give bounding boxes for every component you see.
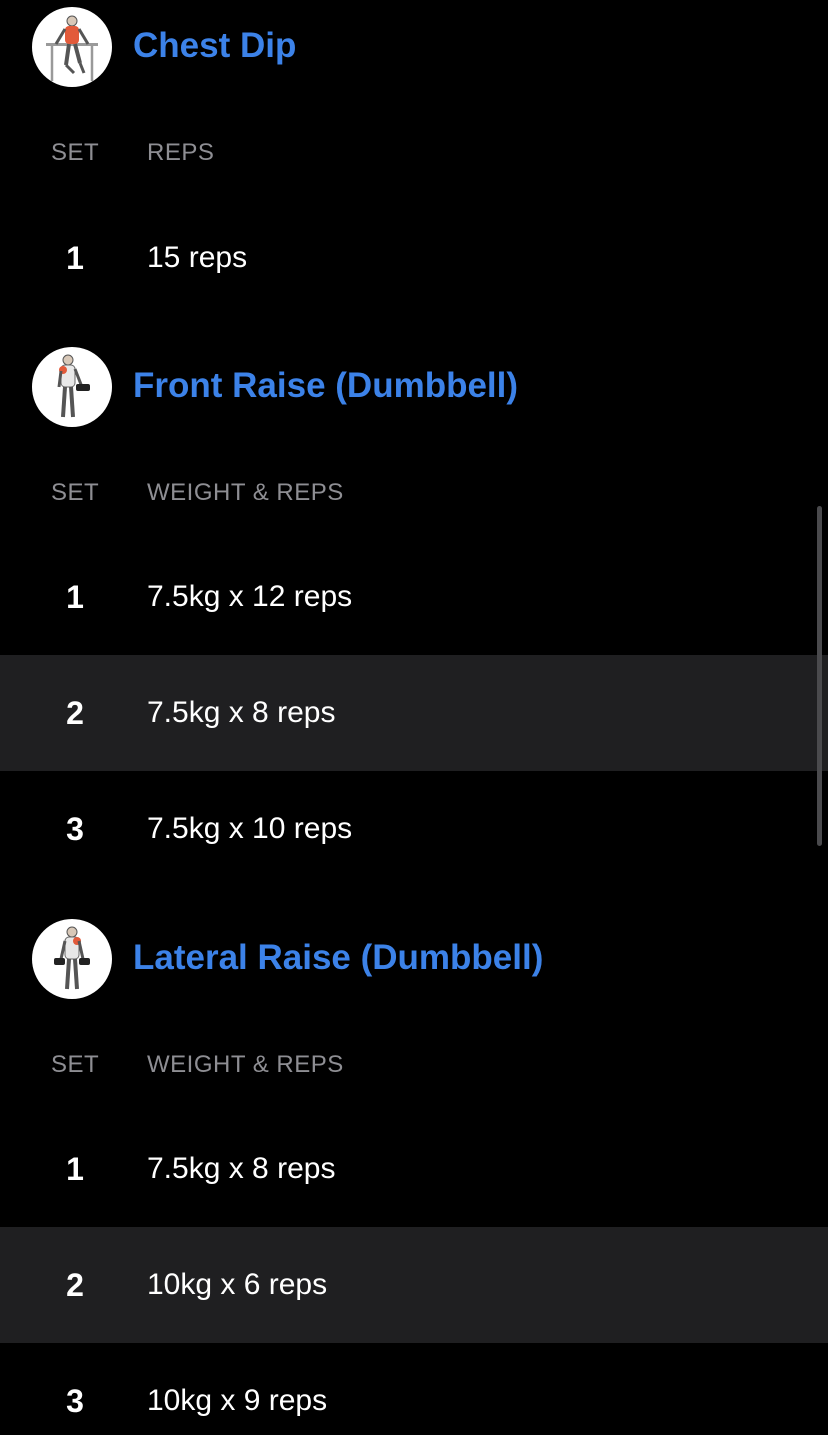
set-column-label: SET <box>51 139 100 166</box>
set-value: 15 reps <box>147 241 248 274</box>
weight-reps-column-label: WEIGHT & REPS <box>147 1051 344 1078</box>
set-number: 3 <box>66 811 84 847</box>
set-value: 7.5kg x 12 reps <box>147 580 353 613</box>
exercise-title[interactable]: Lateral Raise (Dumbbell) <box>133 935 543 981</box>
set-row: 3 10kg x 9 reps <box>0 1343 828 1435</box>
column-header: SET WEIGHT & REPS <box>0 1047 828 1083</box>
weight-reps-column-label: WEIGHT & REPS <box>147 479 344 506</box>
set-value: 7.5kg x 8 reps <box>147 1152 336 1185</box>
set-number: 1 <box>66 1151 84 1187</box>
set-value: 10kg x 6 reps <box>147 1268 328 1301</box>
exercise-header: Front Raise (Dumbbell) <box>0 347 828 427</box>
set-value: 7.5kg x 10 reps <box>147 812 353 845</box>
exercise-title[interactable]: Front Raise (Dumbbell) <box>133 363 518 409</box>
exercise-header: Chest Dip <box>0 7 828 87</box>
exercise-header: Lateral Raise (Dumbbell) <box>0 919 828 999</box>
set-row: 2 7.5kg x 8 reps <box>0 655 828 771</box>
set-number: 1 <box>66 579 84 615</box>
scrollbar[interactable] <box>817 506 822 846</box>
set-row: 1 7.5kg x 8 reps <box>0 1111 828 1227</box>
set-row: 1 7.5kg x 12 reps <box>0 539 828 655</box>
lateral-raise-icon[interactable] <box>32 919 112 999</box>
set-value: 10kg x 9 reps <box>147 1384 328 1417</box>
chest-dip-icon[interactable] <box>32 7 112 87</box>
set-column-label: SET <box>51 479 100 506</box>
column-header: SET REPS <box>0 135 828 171</box>
set-value: 7.5kg x 8 reps <box>147 696 336 729</box>
front-raise-icon[interactable] <box>32 347 112 427</box>
set-number: 2 <box>66 695 84 731</box>
exercise-title[interactable]: Chest Dip <box>133 23 296 69</box>
set-row: 3 7.5kg x 10 reps <box>0 771 828 887</box>
set-row: 1 15 reps <box>0 200 828 316</box>
set-row: 2 10kg x 6 reps <box>0 1227 828 1343</box>
column-header: SET WEIGHT & REPS <box>0 475 828 511</box>
set-number: 1 <box>66 240 84 276</box>
reps-column-label: REPS <box>147 139 215 166</box>
set-number: 2 <box>66 1267 84 1303</box>
set-column-label: SET <box>51 1051 100 1078</box>
set-number: 3 <box>66 1383 84 1419</box>
